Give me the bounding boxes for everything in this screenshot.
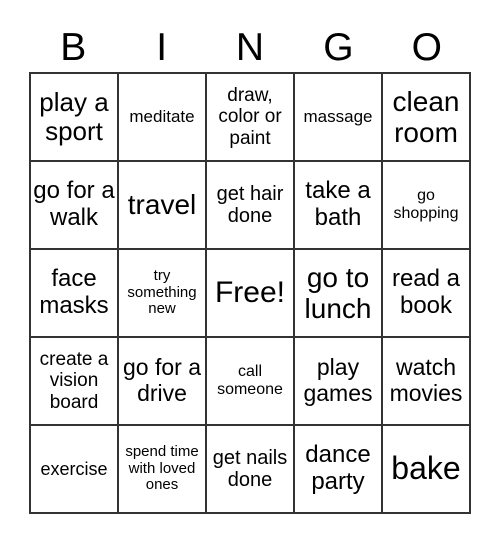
bingo-cell[interactable]: get nails done	[206, 425, 294, 513]
bingo-cell[interactable]: call someone	[206, 337, 294, 425]
bingo-cell[interactable]: read a book	[382, 249, 470, 337]
bingo-cell[interactable]: clean room	[382, 73, 470, 161]
bingo-cell[interactable]: try something new	[118, 249, 206, 337]
bingo-cell[interactable]: massage	[294, 73, 382, 161]
bingo-cell[interactable]: spend time with loved ones	[118, 425, 206, 513]
bingo-cell[interactable]: create a vision board	[30, 337, 118, 425]
bingo-cell[interactable]: exercise	[30, 425, 118, 513]
bingo-cell[interactable]: travel	[118, 161, 206, 249]
bingo-cell[interactable]: go for a drive	[118, 337, 206, 425]
bingo-cell[interactable]: draw, color or paint	[206, 73, 294, 161]
header-letter-o: O	[411, 26, 442, 69]
bingo-cell[interactable]: play games	[294, 337, 382, 425]
bingo-cell[interactable]: bake	[382, 425, 470, 513]
bingo-cell[interactable]: face masks	[30, 249, 118, 337]
bingo-cell[interactable]: play a sport	[30, 73, 118, 161]
bingo-cell[interactable]: get hair done	[206, 161, 294, 249]
bingo-cell[interactable]: take a bath	[294, 161, 382, 249]
bingo-cell[interactable]: watch movies	[382, 337, 470, 425]
bingo-grid: play a sport meditate draw, color or pai…	[29, 72, 471, 514]
bingo-cell[interactable]: meditate	[118, 73, 206, 161]
bingo-cell[interactable]: go shopping	[382, 161, 470, 249]
bingo-cell[interactable]: go to lunch	[294, 249, 382, 337]
free-space-cell[interactable]: Free!	[206, 249, 294, 337]
header-letter-g: G	[323, 26, 354, 69]
bingo-cell[interactable]: dance party	[294, 425, 382, 513]
bingo-header: B I N G O	[29, 24, 471, 72]
header-letter-i: I	[156, 26, 168, 69]
header-letter-n: N	[235, 26, 265, 69]
bingo-cell[interactable]: go for a walk	[30, 161, 118, 249]
header-letter-b: B	[60, 26, 87, 69]
